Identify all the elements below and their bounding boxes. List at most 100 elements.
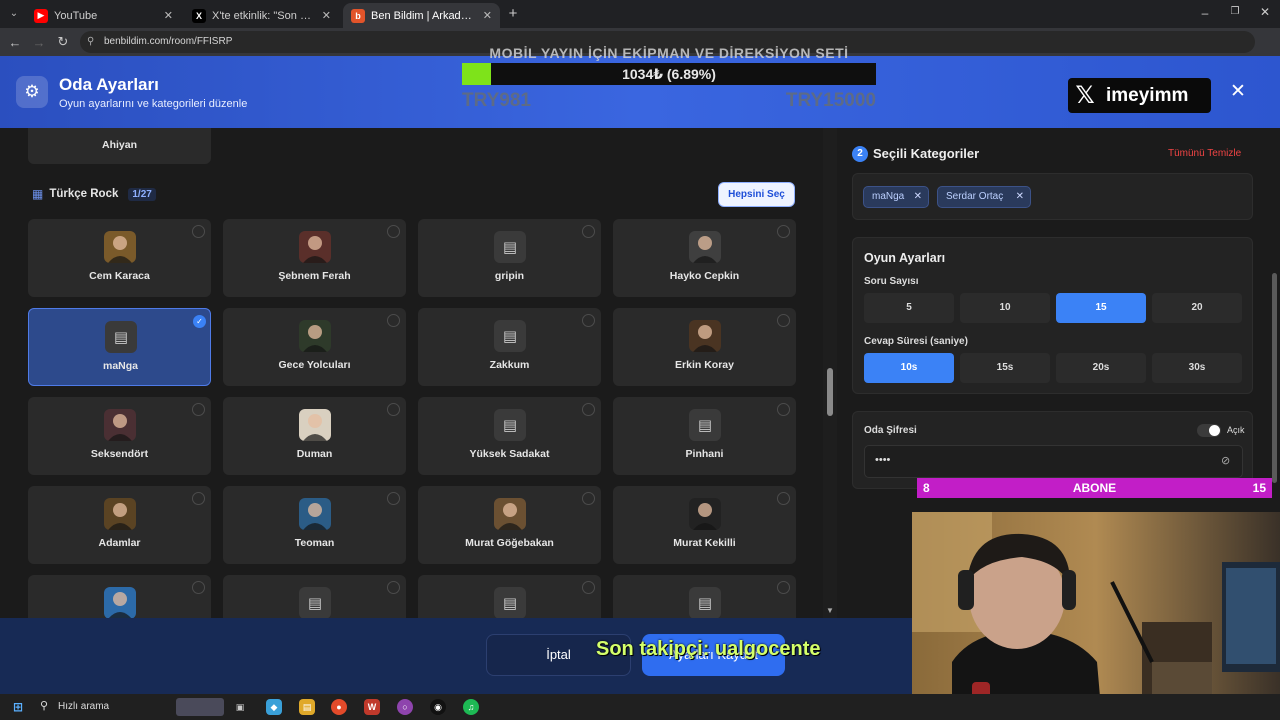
category-card[interactable]: Seksendört	[28, 397, 211, 475]
tab-x[interactable]: X X'te etkinlik: "Son yılların en he... …	[184, 3, 339, 28]
tab-title: YouTube	[54, 9, 98, 22]
radio-icon[interactable]	[777, 492, 790, 505]
close-tab-icon[interactable]: ✕	[322, 9, 331, 22]
radio-icon[interactable]	[387, 581, 400, 594]
right-scrollbar-thumb[interactable]	[1272, 273, 1277, 483]
category-card[interactable]: Adamlar	[28, 486, 211, 564]
radio-icon[interactable]	[192, 225, 205, 238]
chrome-icon[interactable]: ●	[331, 699, 347, 715]
section-title: Türkçe Rock	[49, 188, 119, 200]
radio-icon[interactable]	[582, 403, 595, 416]
obs-icon[interactable]: ◉	[430, 699, 446, 715]
remove-chip-icon[interactable]: ✕	[914, 187, 922, 207]
radio-icon[interactable]	[582, 225, 595, 238]
radio-icon[interactable]	[192, 581, 205, 594]
category-placeholder-icon: ▤	[299, 587, 331, 618]
remove-chip-icon[interactable]: ✕	[1016, 187, 1024, 207]
minimize-icon[interactable]: –	[1198, 6, 1212, 20]
category-card[interactable]: ▤	[223, 575, 406, 618]
question-count-label: Soru Sayısı	[864, 276, 919, 287]
radio-icon[interactable]	[192, 492, 205, 505]
answer-time-option[interactable]: 15s	[960, 353, 1050, 383]
tab-list-button[interactable]: ⌄	[6, 6, 22, 22]
question-count-option[interactable]: 5	[864, 293, 954, 323]
radio-icon[interactable]	[582, 492, 595, 505]
eye-off-icon[interactable]: ⊘	[1221, 454, 1230, 467]
copilot-icon[interactable]: ◆	[266, 699, 282, 715]
category-name: Zakkum	[489, 359, 530, 371]
category-card[interactable]: Cem Karaca	[28, 219, 211, 297]
radio-icon[interactable]	[387, 403, 400, 416]
password-input[interactable]: •••• ⊘	[864, 445, 1243, 478]
select-all-button[interactable]: Hepsini Seç	[718, 182, 795, 207]
radio-icon[interactable]	[192, 403, 205, 416]
category-card[interactable]	[28, 575, 211, 618]
restore-icon[interactable]: ❐	[1228, 6, 1242, 20]
answer-time-option[interactable]: 10s	[864, 353, 954, 383]
reload-icon[interactable]: ↻	[54, 33, 72, 51]
radio-icon[interactable]	[582, 581, 595, 594]
radio-icon[interactable]	[387, 492, 400, 505]
answer-time-option[interactable]: 20s	[1056, 353, 1146, 383]
taskbar-search[interactable]: ⚲ Hızlı arama	[36, 697, 226, 717]
site-info-icon[interactable]: ⚲	[87, 31, 94, 53]
window-close-icon[interactable]: ✕	[1258, 5, 1272, 19]
category-card[interactable]: ▤ Zakkum	[418, 308, 601, 386]
checked-radio-icon[interactable]: ✓	[193, 315, 206, 328]
spotify-icon[interactable]: ♫	[463, 699, 479, 715]
category-card[interactable]: Murat Kekilli	[613, 486, 796, 564]
artist-avatar	[299, 320, 331, 352]
category-placeholder-icon: ▤	[494, 320, 526, 352]
password-toggle[interactable]	[1197, 424, 1221, 437]
question-count-option[interactable]: 10	[960, 293, 1050, 323]
scroll-down-arrow-icon[interactable]: ▼	[826, 606, 834, 615]
radio-icon[interactable]	[387, 314, 400, 327]
category-card[interactable]: Erkin Koray	[613, 308, 796, 386]
scrollbar[interactable]: ▼	[823, 128, 837, 618]
radio-icon[interactable]	[387, 225, 400, 238]
category-placeholder-icon: ▤	[494, 231, 526, 263]
artist-avatar	[299, 498, 331, 530]
category-card[interactable]: ▤ Pinhani	[613, 397, 796, 475]
close-tab-icon[interactable]: ✕	[164, 9, 173, 22]
category-card[interactable]: Murat Göğebakan	[418, 486, 601, 564]
category-card[interactable]: ▤ Yüksek Sadakat	[418, 397, 601, 475]
close-tab-icon[interactable]: ✕	[483, 9, 492, 22]
winrar-icon[interactable]: W	[364, 699, 380, 715]
category-card[interactable]: ▤ ✓ maNga	[28, 308, 211, 386]
radio-icon[interactable]	[777, 403, 790, 416]
webcam-feed	[912, 512, 1280, 720]
category-card[interactable]: Teoman	[223, 486, 406, 564]
category-name: Şebnem Ferah	[278, 270, 351, 282]
radio-icon[interactable]	[777, 225, 790, 238]
windows-start-icon[interactable]: ⊞	[10, 699, 26, 715]
category-card[interactable]: Şebnem Ferah	[223, 219, 406, 297]
radio-icon[interactable]	[777, 581, 790, 594]
obs-app-icon[interactable]: ○	[397, 699, 413, 715]
tab-title: Ben Bildim | Arkadaşlarınla Onl...	[371, 9, 477, 22]
radio-icon[interactable]	[777, 314, 790, 327]
category-card[interactable]: ▤ gripin	[418, 219, 601, 297]
question-count-option[interactable]: 20	[1152, 293, 1242, 323]
new-tab-button[interactable]: +	[505, 6, 521, 22]
question-count-option[interactable]: 15	[1056, 293, 1146, 323]
radio-icon[interactable]	[582, 314, 595, 327]
category-card[interactable]: Gece Yolcuları	[223, 308, 406, 386]
file-explorer-icon[interactable]: ▤	[299, 699, 315, 715]
category-card[interactable]: Duman	[223, 397, 406, 475]
category-card[interactable]: ▤	[613, 575, 796, 618]
answer-time-option[interactable]: 30s	[1152, 353, 1242, 383]
back-icon[interactable]: ←	[6, 33, 24, 51]
tab-youtube[interactable]: ▶ YouTube ✕	[26, 3, 181, 28]
category-card-ahiyan[interactable]: Ahiyan	[28, 128, 211, 164]
category-card[interactable]: ▤	[418, 575, 601, 618]
tab-benbildim[interactable]: b Ben Bildim | Arkadaşlarınla Onl... ✕	[343, 3, 500, 28]
clear-all-link[interactable]: Tümünü Temizle	[1168, 148, 1241, 159]
category-card[interactable]: Hayko Cepkin	[613, 219, 796, 297]
task-view-icon[interactable]: ▣	[232, 699, 248, 715]
forward-icon[interactable]: →	[30, 33, 48, 51]
artist-avatar	[299, 231, 331, 263]
close-icon[interactable]: ✕	[1228, 82, 1248, 102]
toggle-knob	[1209, 425, 1220, 436]
scrollbar-thumb[interactable]	[827, 368, 833, 416]
